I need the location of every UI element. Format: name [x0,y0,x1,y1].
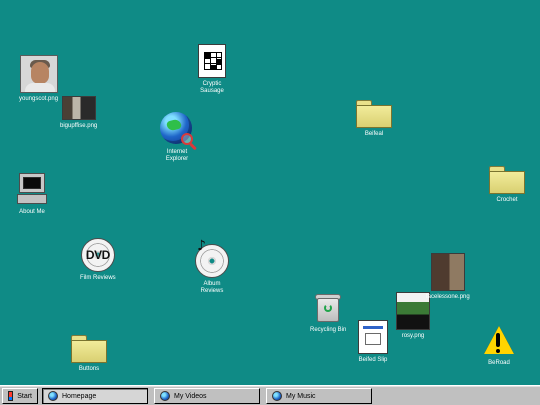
music-disc-icon [195,239,229,278]
beroad-label: BeRoad [488,360,510,366]
bigupffise-label: bigupffise.png [60,123,98,129]
folder-icon [71,335,107,363]
folder-icon [356,100,392,128]
taskbar-item-homepage[interactable]: Homepage [42,388,148,404]
start-button[interactable]: Start [2,388,38,404]
film-reviews-icon[interactable]: DVD Film Reviews [80,238,116,282]
beroad-icon[interactable]: BeRoad [482,325,516,367]
ie-globe-icon [48,391,58,401]
taskbar-item-label: Homepage [62,392,97,400]
dvd-icon: DVD [80,238,115,272]
desktop: youngscot.png bigupffise.png Cryptic Sau… [0,0,540,385]
person-photo-icon [19,55,58,93]
rosy-png-icon[interactable]: rosy.png [396,292,430,340]
taskbar: Start Homepage My Videos My Music [0,385,540,405]
album-reviews-icon[interactable]: Album Reviews [195,239,229,295]
ie-globe-icon [272,391,282,401]
taskbar-item-my-music[interactable]: My Music [266,388,372,404]
film-reviews-label: Film Reviews [80,275,116,281]
beifeal-folder[interactable]: Beifeal [356,100,392,138]
folder-icon [489,166,525,194]
buttons-folder[interactable]: Buttons [71,335,107,373]
cryptic-sausage-label: Cryptic Sausage [200,81,224,94]
internet-explorer-label: Internet Explorer [165,149,189,162]
taskbar-item-label: My Videos [174,392,207,400]
taskbar-item-label: My Music [286,392,316,400]
internet-explorer-icon[interactable]: Internet Explorer [160,112,197,163]
taskbar-item-my-videos[interactable]: My Videos [154,388,260,404]
warning-icon [482,325,516,357]
photo-thumbnail-icon [61,96,96,120]
beifed-slip-label: Beifed Slip [358,357,388,363]
recycling-bin-icon[interactable]: Recycling Bin [310,290,346,334]
computer-icon [15,172,49,206]
about-me-label: About Me [19,209,45,215]
album-reviews-label: Album Reviews [200,281,224,294]
youngscot-label: youngscot.png [19,96,59,102]
document-icon [358,320,388,354]
crochet-label: Crochet [496,197,518,203]
about-me-icon[interactable]: About Me [15,172,49,216]
ie-globe-icon [160,391,170,401]
crochet-folder[interactable]: Crochet [489,166,525,204]
photo-thumbnail-icon [430,253,465,291]
windows-logo-icon [8,391,14,401]
cryptic-sausage-icon[interactable]: Cryptic Sausage [198,44,226,95]
facelessone-label: facelessone.png [426,294,470,300]
youngscot-png-icon[interactable]: youngscot.png [19,55,58,103]
music-note-icon [197,239,207,253]
beifed-slip-icon[interactable]: Beifed Slip [358,320,388,364]
recycle-bin-icon [311,290,345,324]
internet-explorer-globe-icon [160,112,197,151]
recycling-bin-label: Recycling Bin [310,327,347,333]
beifeal-label: Beifeal [364,131,384,137]
buttons-label: Buttons [78,366,100,372]
rosy-label: rosy.png [401,333,425,339]
crossword-document-icon [198,44,226,78]
bigupffise-png-icon[interactable]: bigupffise.png [60,96,97,130]
start-label: Start [17,392,32,400]
photo-thumbnail-icon [396,292,430,330]
facelessone-png-icon[interactable]: facelessone.png [426,253,470,301]
